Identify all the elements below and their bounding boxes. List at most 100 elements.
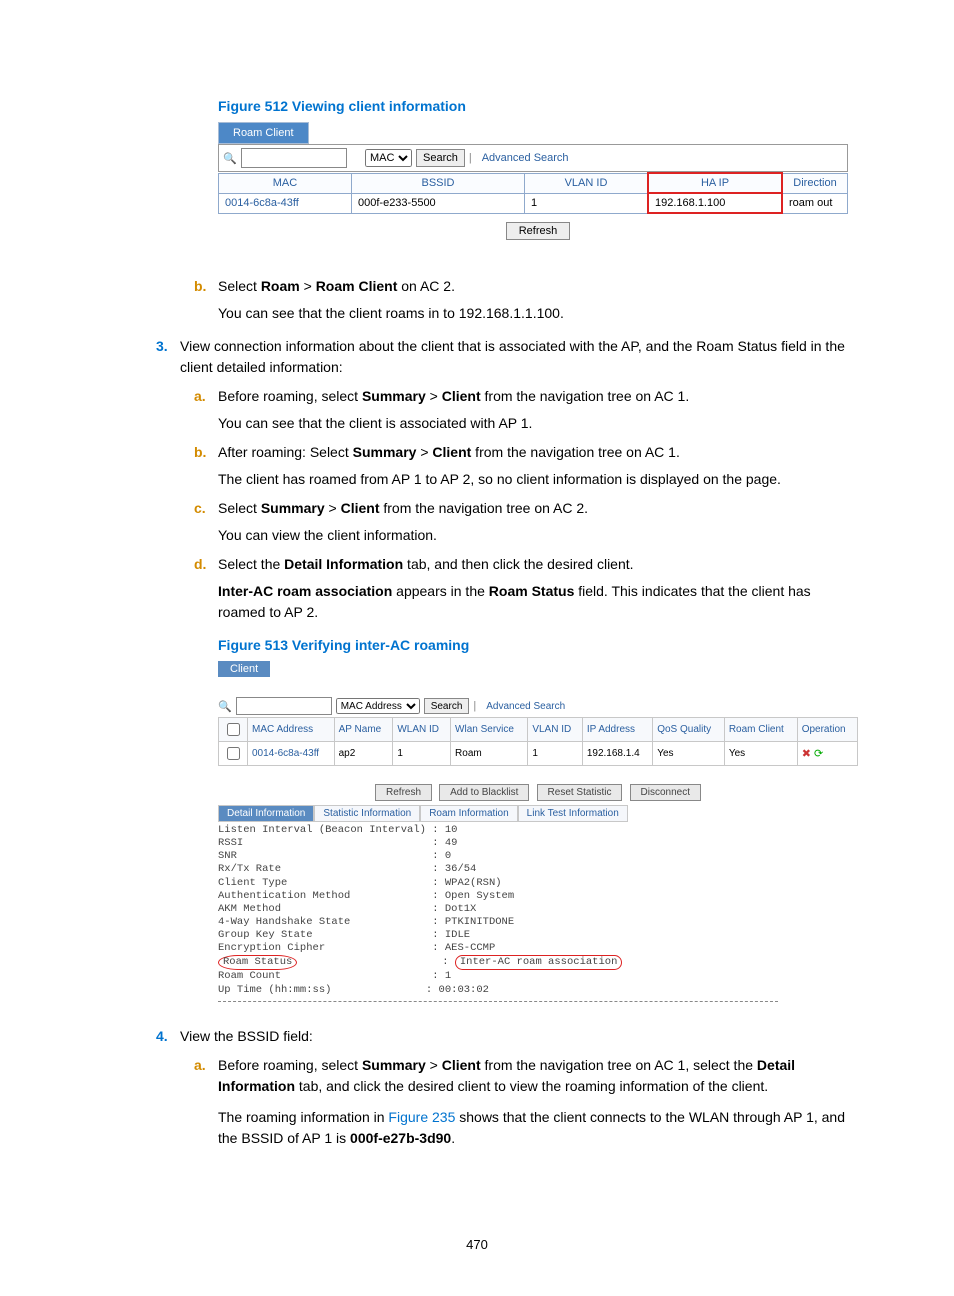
- client-table: MAC Address AP Name WLAN ID Wlan Service…: [218, 717, 858, 766]
- refresh-button[interactable]: Refresh: [506, 222, 571, 240]
- step-letter-d: d.: [194, 554, 218, 623]
- divider-line: [218, 1001, 778, 1002]
- roam-status-highlight: Roam Status: [218, 955, 297, 970]
- col-vlanid: VLAN ID: [528, 718, 583, 742]
- disconnect-button[interactable]: Disconnect: [630, 784, 701, 801]
- figure-235-link[interactable]: Figure 235: [388, 1109, 455, 1125]
- roam-status-value-highlight: Inter-AC roam association: [455, 955, 623, 970]
- text: from the navigation tree on AC 1.: [481, 388, 690, 404]
- advanced-search-link[interactable]: Advanced Search: [482, 152, 569, 164]
- step-number-3: 3.: [156, 336, 180, 378]
- tab-roam-client[interactable]: Roam Client: [218, 122, 309, 144]
- tab-linktest-info[interactable]: Link Test Information: [518, 805, 628, 822]
- cell-mac[interactable]: 0014-6c8a-43ff: [248, 742, 335, 766]
- cell-haip: 192.168.1.100: [648, 193, 782, 213]
- nav-summary: Summary: [261, 500, 325, 516]
- col-ip: IP Address: [582, 718, 652, 742]
- search-button[interactable]: Search: [416, 149, 465, 167]
- step-letter-c: c.: [194, 498, 218, 546]
- cell-wlanid: 1: [393, 742, 451, 766]
- action-buttons: Refresh Add to Blacklist Reset Statistic…: [218, 784, 858, 801]
- text: Before roaming, select: [218, 1057, 362, 1073]
- search-field-select[interactable]: MAC: [365, 149, 412, 167]
- search-row: 🔍 MAC Search | Advanced Search: [218, 144, 848, 172]
- search-icon: 🔍: [223, 152, 237, 165]
- cell-operation[interactable]: ✖ ⟳: [797, 742, 857, 766]
- cell-qos: Yes: [653, 742, 725, 766]
- divider: |: [469, 152, 472, 164]
- cell-mac[interactable]: 0014-6c8a-43ff: [219, 193, 352, 213]
- refresh-button[interactable]: Refresh: [375, 784, 432, 801]
- col-haip: HA IP: [648, 173, 782, 193]
- col-apname: AP Name: [334, 718, 393, 742]
- search-button[interactable]: Search: [424, 698, 470, 714]
- text: After roaming: Select: [218, 444, 353, 460]
- text: You can see that the client is associate…: [218, 413, 854, 434]
- tab-detail-information: Detail Information: [284, 556, 403, 572]
- tab-statistic-info[interactable]: Statistic Information: [314, 805, 420, 822]
- text: >: [426, 1057, 442, 1073]
- table-row: 0014-6c8a-43ff 000f-e233-5500 1 192.168.…: [219, 193, 848, 213]
- reset-statistic-button[interactable]: Reset Statistic: [537, 784, 623, 801]
- search-input[interactable]: [236, 697, 332, 715]
- text: >: [300, 278, 316, 294]
- figure-512-title: Figure 512 Viewing client information: [218, 98, 854, 114]
- text: from the navigation tree on AC 1, select…: [481, 1057, 757, 1073]
- row-checkbox[interactable]: [227, 747, 240, 760]
- text: The client has roamed from AP 1 to AP 2,…: [218, 469, 854, 490]
- figure-513: Client 🔍 MAC Address Search | Advanced S…: [218, 661, 858, 1002]
- step-number-4: 4.: [156, 1026, 180, 1047]
- step-letter-a: a.: [194, 386, 218, 434]
- advanced-search-link[interactable]: Advanced Search: [486, 701, 565, 712]
- cell-vlanid: 1: [525, 193, 649, 213]
- cell-vlanid: 1: [528, 742, 583, 766]
- col-direction: Direction: [782, 173, 848, 193]
- step-letter-b: b.: [194, 276, 218, 324]
- col-qos: QoS Quality: [653, 718, 725, 742]
- text: Select: [218, 278, 261, 294]
- text: tab, and click the desired client to vie…: [295, 1078, 768, 1094]
- col-mac: MAC: [219, 173, 352, 193]
- tab-client[interactable]: Client: [218, 661, 270, 677]
- text: appears in the: [392, 583, 489, 599]
- nav-client: Client: [432, 444, 471, 460]
- disconnect-icon[interactable]: ✖: [802, 748, 811, 760]
- col-wlanservice: Wlan Service: [451, 718, 528, 742]
- search-input[interactable]: [241, 148, 347, 168]
- nav-client: Client: [442, 388, 481, 404]
- col-mac: MAC Address: [248, 718, 335, 742]
- divider: |: [473, 700, 476, 712]
- text: Select the: [218, 556, 284, 572]
- field-inter-ac-roam: Inter-AC roam association: [218, 583, 392, 599]
- tab-detail-info[interactable]: Detail Information: [218, 805, 314, 822]
- bssid-value: 000f-e27b-3d90: [350, 1130, 451, 1146]
- text: >: [416, 444, 432, 460]
- text: from the navigation tree on AC 2.: [379, 500, 588, 516]
- col-vlanid: VLAN ID: [525, 173, 649, 193]
- text: You can see that the client roams in to …: [218, 303, 854, 324]
- detail-tabs: Detail Information Statistic Information…: [218, 805, 858, 822]
- refresh-icon[interactable]: ⟳: [814, 748, 823, 760]
- step-letter-b: b.: [194, 442, 218, 490]
- col-wlanid: WLAN ID: [393, 718, 451, 742]
- tab-roam-info[interactable]: Roam Information: [420, 805, 517, 822]
- add-blacklist-button[interactable]: Add to Blacklist: [439, 784, 529, 801]
- cell-bssid: 000f-e233-5500: [352, 193, 525, 213]
- text: >: [325, 500, 341, 516]
- detail-info-pane: Listen Interval (Beacon Interval) : 10 R…: [218, 824, 858, 997]
- search-icon: 🔍: [218, 700, 232, 713]
- search-field-select[interactable]: MAC Address: [336, 698, 420, 714]
- cell-ip: 192.168.1.4: [582, 742, 652, 766]
- text: Before roaming, select: [218, 388, 362, 404]
- step-letter-a: a.: [194, 1055, 218, 1149]
- text: >: [426, 388, 442, 404]
- col-roam: Roam Client: [724, 718, 797, 742]
- step-4-text: View the BSSID field:: [180, 1026, 854, 1047]
- nav-summary: Summary: [362, 388, 426, 404]
- nav-roam: Roam: [261, 278, 300, 294]
- select-all-checkbox[interactable]: [227, 723, 240, 736]
- nav-summary: Summary: [362, 1057, 426, 1073]
- cell-roam: Yes: [724, 742, 797, 766]
- step-3-text: View connection information about the cl…: [180, 336, 854, 378]
- page-number: 470: [0, 1237, 954, 1252]
